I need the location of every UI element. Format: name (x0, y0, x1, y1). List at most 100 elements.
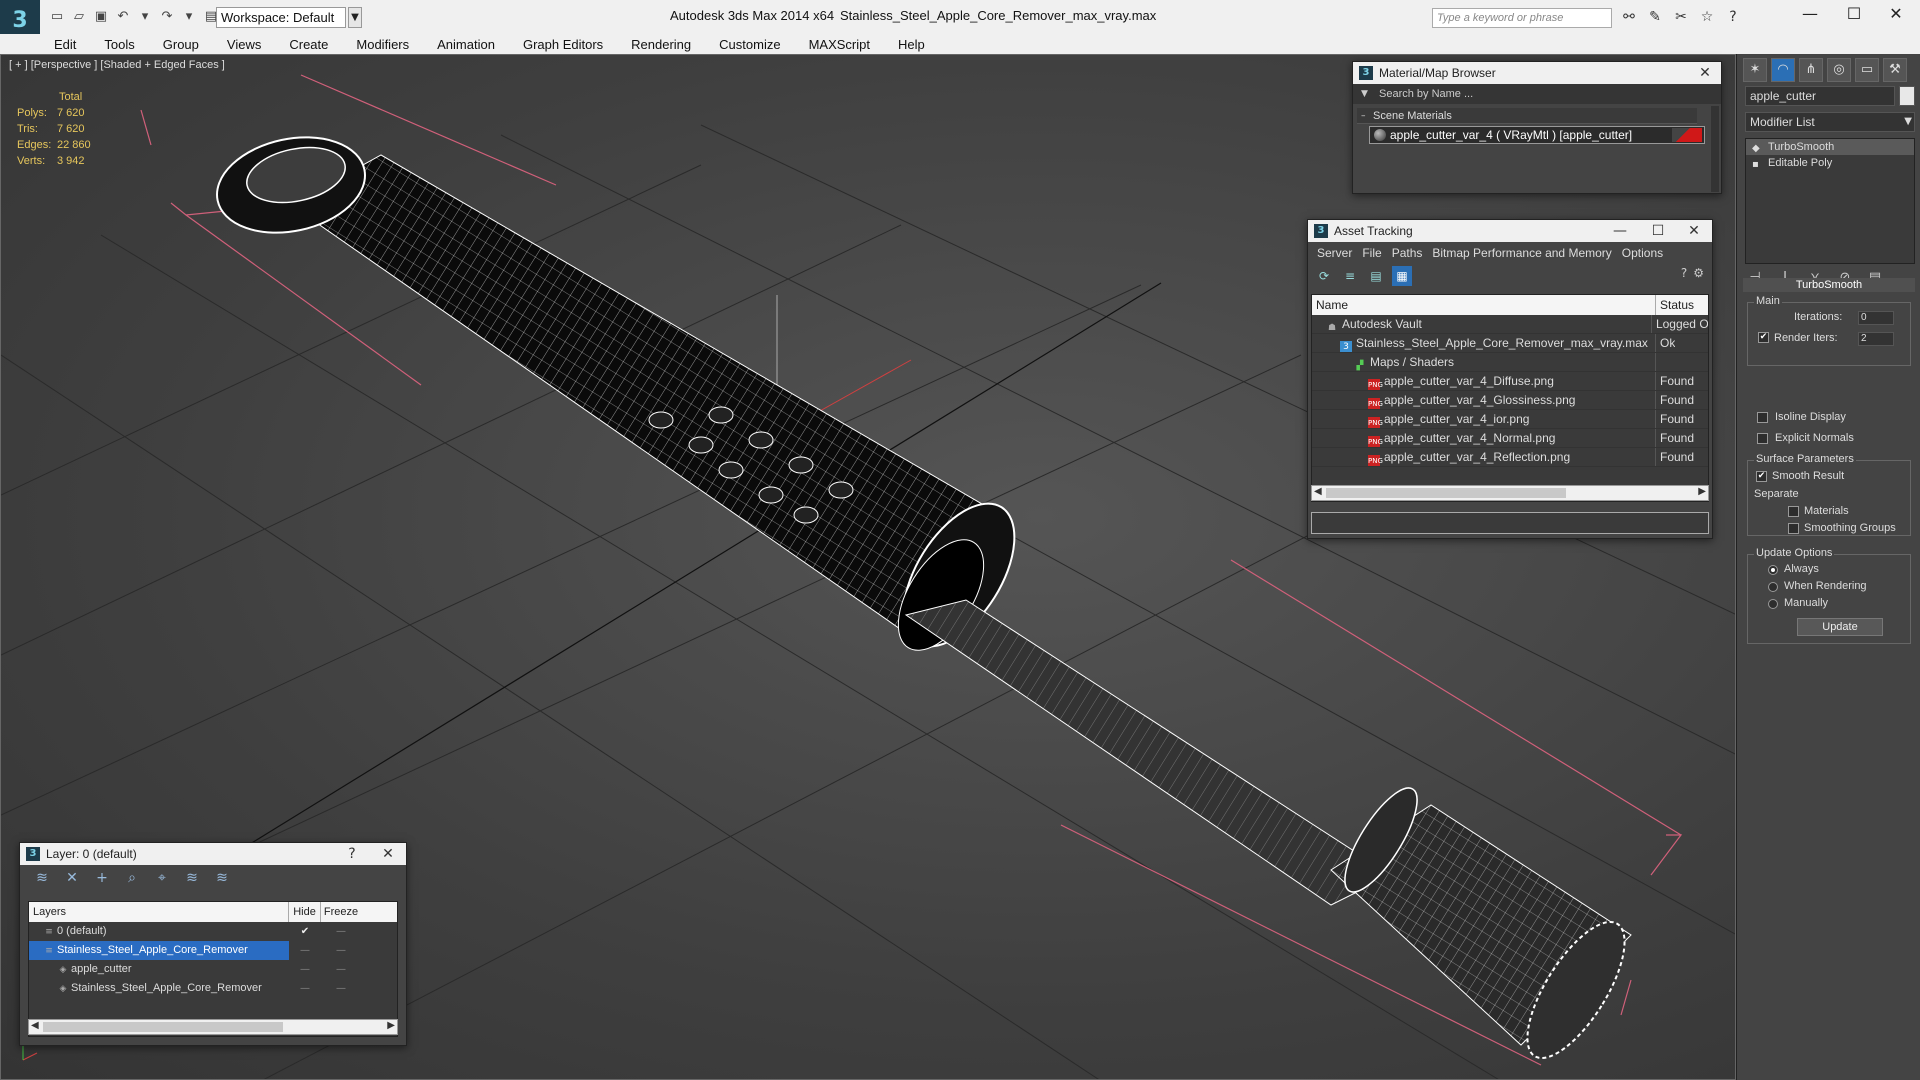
hierarchy-tab-icon[interactable]: ⋔ (1799, 58, 1823, 82)
column-hide-header[interactable]: Hide (289, 902, 321, 922)
horizontal-scrollbar[interactable]: ◀ ▶ (28, 1019, 398, 1035)
stack-item-turbosmooth[interactable]: ◆ TurboSmooth (1746, 139, 1914, 155)
minimize-icon[interactable]: — (1790, 4, 1830, 23)
stack-item-editable-poly[interactable]: ▪ Editable Poly (1746, 155, 1914, 171)
freeze-toggle[interactable]: — (321, 979, 361, 998)
tools-icon[interactable]: ✂ (1672, 9, 1690, 25)
hide-all-icon[interactable]: ≋ (182, 868, 202, 888)
menu-tools[interactable]: Tools (90, 37, 148, 52)
menu-group[interactable]: Group (149, 37, 213, 52)
help-icon[interactable]: ? (1681, 266, 1687, 280)
layer-row[interactable]: ≡ Stainless_Steel_Apple_Core_Remover — — (29, 941, 397, 960)
column-name-header[interactable]: Name (1312, 295, 1656, 315)
object-name-field[interactable]: apple_cutter (1745, 86, 1895, 106)
material-item[interactable]: apple_cutter_var_4 ( VRayMtl ) [apple_cu… (1369, 126, 1705, 144)
new-layer-icon[interactable]: ≋ (32, 868, 52, 888)
close-icon[interactable]: ✕ (1691, 62, 1719, 84)
hide-toggle[interactable]: — (289, 979, 321, 998)
table-row[interactable]: PNGapple_cutter_var_4_Reflection.png Foun… (1312, 448, 1708, 467)
menu-maxscript[interactable]: MAXScript (795, 37, 884, 52)
menu-customize[interactable]: Customize (705, 37, 794, 52)
window-titlebar[interactable]: 3 Material/Map Browser ✕ (1353, 62, 1721, 84)
settings-icon[interactable]: ⚙ (1693, 266, 1704, 280)
motion-tab-icon[interactable]: ◎ (1827, 58, 1851, 82)
expand-plus-icon[interactable]: ▪ (1752, 157, 1759, 173)
menu-server[interactable]: Server (1312, 242, 1357, 264)
table-row[interactable]: ▞ Maps / Shaders (1312, 353, 1708, 372)
table-row[interactable]: PNGapple_cutter_var_4_ior.png Found (1312, 410, 1708, 429)
hide-toggle[interactable]: — (289, 941, 321, 960)
menu-rendering[interactable]: Rendering (617, 37, 705, 52)
hide-toggle[interactable]: — (289, 960, 321, 979)
table-row[interactable]: 3 Stainless_Steel_Apple_Core_Remover_max_… (1312, 334, 1708, 353)
active-layer-check-icon[interactable]: ✔ (289, 922, 321, 941)
chevron-down-icon[interactable]: ▼ (348, 7, 362, 28)
communication-icon[interactable]: ✎ (1646, 9, 1664, 25)
scroll-left-icon[interactable]: ◀ (31, 1020, 39, 1031)
materials-checkbox[interactable] (1788, 506, 1799, 517)
manually-radio[interactable] (1768, 599, 1778, 609)
menu-graph-editors[interactable]: Graph Editors (509, 37, 617, 52)
material-search-input[interactable]: ▼ Search by Name ... (1353, 84, 1721, 104)
menu-animation[interactable]: Animation (423, 37, 509, 52)
modifier-stack[interactable]: ◆ TurboSmooth ▪ Editable Poly (1745, 138, 1915, 264)
open-file-icon[interactable]: ▱ (70, 8, 88, 26)
table-row[interactable]: PNGapple_cutter_var_4_Normal.png Found (1312, 429, 1708, 448)
scroll-right-icon[interactable]: ▶ (1698, 486, 1706, 497)
table-view-icon[interactable]: ▦ (1392, 266, 1412, 286)
iterations-spinner[interactable]: 0 (1858, 311, 1894, 325)
vertical-scrollbar[interactable] (1711, 106, 1719, 192)
search-input[interactable]: Type a keyword or phrase (1432, 8, 1612, 28)
object-color-swatch[interactable] (1899, 86, 1915, 106)
column-status-header[interactable]: Status (1656, 295, 1694, 315)
undo-icon[interactable]: ↶ (114, 8, 132, 26)
layer-row[interactable]: ≡ 0 (default) ✔ — (29, 922, 397, 941)
favorites-star-icon[interactable]: ☆ (1698, 9, 1716, 25)
layer-row[interactable]: ◈ Stainless_Steel_Apple_Core_Remover — — (29, 979, 397, 998)
freeze-all-icon[interactable]: ≋ (212, 868, 232, 888)
maximize-icon[interactable]: ☐ (1834, 4, 1874, 23)
explicit-normals-checkbox[interactable] (1757, 433, 1768, 444)
freeze-toggle[interactable]: — (321, 941, 361, 960)
menu-help[interactable]: Help (884, 37, 939, 52)
table-row[interactable]: PNGapple_cutter_var_4_Diffuse.png Found (1312, 372, 1708, 391)
table-row[interactable]: ☗ Autodesk Vault Logged O (1312, 315, 1708, 334)
column-freeze-header[interactable]: Freeze (321, 902, 361, 922)
turbosmooth-rollout-header[interactable]: TurboSmooth (1743, 278, 1915, 292)
utilities-tab-icon[interactable]: ⚒ (1883, 58, 1907, 82)
render-iters-checkbox[interactable]: ✔ (1758, 332, 1769, 343)
scroll-thumb[interactable] (1326, 488, 1566, 498)
menu-options[interactable]: Options (1617, 242, 1668, 264)
modifier-list-dropdown[interactable]: Modifier List ▼ (1745, 112, 1915, 132)
menu-modifiers[interactable]: Modifiers (342, 37, 423, 52)
menu-bitmap-performance[interactable]: Bitmap Performance and Memory (1427, 242, 1616, 264)
save-icon[interactable]: ▣ (92, 8, 110, 26)
binoculars-icon[interactable]: ⚯ (1620, 9, 1638, 25)
refresh-icon[interactable]: ⟳ (1314, 266, 1334, 286)
create-tab-icon[interactable]: ✶ (1743, 58, 1767, 82)
isoline-checkbox[interactable] (1757, 412, 1768, 423)
menu-create[interactable]: Create (275, 37, 342, 52)
close-icon[interactable]: ✕ (1876, 4, 1916, 23)
select-objects-icon[interactable]: ⌕ (122, 868, 142, 888)
display-tab-icon[interactable]: ▭ (1855, 58, 1879, 82)
close-icon[interactable]: ✕ (374, 843, 402, 865)
undo-dropdown-icon[interactable]: ▾ (136, 8, 154, 26)
list-view-icon[interactable]: ≡ (1340, 266, 1360, 286)
highlight-layer-icon[interactable]: ⌖ (152, 868, 172, 888)
help-icon[interactable]: ? (1724, 9, 1742, 25)
when-rendering-radio[interactable] (1768, 582, 1778, 592)
scene-materials-section[interactable]: – Scene Materials (1357, 108, 1697, 124)
column-layers-header[interactable]: Layers (29, 902, 289, 922)
asset-path-field[interactable] (1311, 512, 1709, 534)
scroll-thumb[interactable] (43, 1022, 283, 1032)
freeze-toggle[interactable]: — (321, 922, 361, 941)
layer-row[interactable]: ◈ apple_cutter — — (29, 960, 397, 979)
workspace-dropdown[interactable]: Workspace: Default (216, 7, 346, 28)
update-button[interactable]: Update (1797, 618, 1883, 636)
maximize-icon[interactable]: ☐ (1644, 220, 1672, 242)
table-row[interactable]: PNGapple_cutter_var_4_Glossiness.png Foun… (1312, 391, 1708, 410)
smoothing-groups-checkbox[interactable] (1788, 523, 1799, 534)
menu-file[interactable]: File (1357, 242, 1386, 264)
help-icon[interactable]: ? (338, 843, 366, 865)
